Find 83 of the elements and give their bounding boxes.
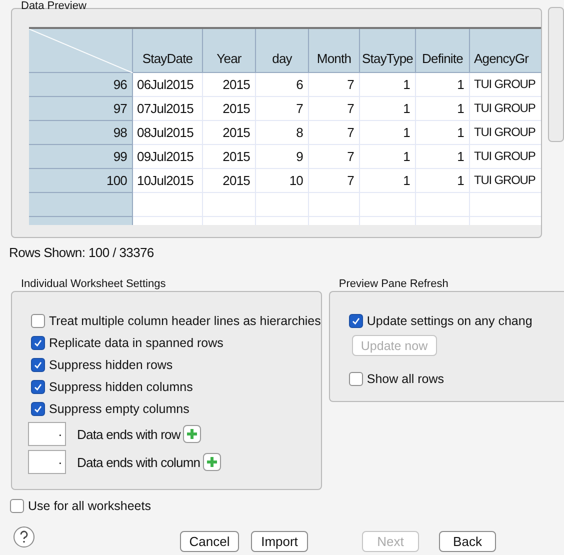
table-cell: 1 (360, 145, 416, 169)
table-cell: 1 (416, 97, 470, 121)
column-header[interactable]: Year (203, 29, 256, 73)
table-cell: TUI GROUP (470, 169, 541, 193)
group-title: Preview Pane Refresh (338, 278, 450, 291)
checkbox[interactable] (31, 336, 45, 350)
table-cell (416, 193, 470, 217)
table-cell: 1 (360, 169, 416, 193)
checkbox[interactable] (31, 314, 45, 328)
group-title: Individual Worksheet Settings (20, 278, 167, 291)
checkbox-label: Suppress hidden rows (49, 358, 173, 372)
checkbox-label: Suppress empty columns (49, 402, 190, 416)
table-cell: 10 (256, 169, 309, 193)
table-cell: TUI GROUP (470, 73, 541, 97)
input-field[interactable]: . (28, 422, 66, 446)
table-cell: 1 (416, 145, 470, 169)
table-cell: 7 (256, 97, 309, 121)
table-cell: 8 (256, 121, 309, 145)
table-cell: 1 (360, 97, 416, 121)
checkbox[interactable] (31, 402, 45, 416)
table-cell: 1 (416, 169, 470, 193)
checkbox-label: Treat multiple column header lines as hierarchies (49, 314, 321, 328)
table-cell: 2015 (203, 97, 256, 121)
checkbox[interactable] (31, 380, 45, 394)
table-cell: 7 (309, 97, 360, 121)
table-cell: 2015 (203, 73, 256, 97)
table-cell: 7 (309, 169, 360, 193)
group-title: Data Preview (20, 0, 88, 12)
row-header: 96 (29, 73, 133, 97)
table-cell (133, 193, 203, 217)
add-icon[interactable] (183, 425, 202, 443)
checkbox[interactable] (31, 358, 45, 372)
dialog-button[interactable]: Import (251, 531, 308, 552)
column-header[interactable]: StayDate (133, 29, 203, 73)
checkbox-label: Suppress hidden columns (49, 380, 193, 394)
row-header: 100 (29, 169, 133, 193)
row-header: 97 (29, 97, 133, 121)
table-cell: 06Jul2015 (133, 73, 203, 97)
rows-shown-label: Rows Shown: 100 / 33376 (9, 245, 155, 260)
checkbox-label: Show all rows (366, 372, 444, 386)
table-cell (309, 193, 360, 217)
dialog-button[interactable]: Cancel (180, 531, 239, 552)
checkbox[interactable] (348, 372, 363, 386)
checkbox-label: Use for all worksheets (28, 499, 151, 513)
table-cell: 9 (256, 145, 309, 169)
column-header[interactable]: AgencyGr (470, 29, 541, 73)
table-cell: 07Jul2015 (133, 97, 203, 121)
row-header: 98 (29, 121, 133, 145)
table-cell (360, 193, 416, 217)
table-cell: 1 (360, 121, 416, 145)
table-cell: 7 (309, 145, 360, 169)
table-cell (256, 193, 309, 217)
table-cell: 09Jul2015 (133, 145, 203, 169)
table-cell (203, 193, 256, 217)
checkbox[interactable] (348, 314, 363, 328)
column-header[interactable]: day (256, 29, 309, 73)
table-cell: 1 (416, 73, 470, 97)
checkbox[interactable] (10, 499, 24, 513)
field-label: Data ends with row (77, 426, 180, 442)
table-cell: 2015 (203, 121, 256, 145)
checkbox-label: Replicate data in spanned rows (49, 336, 224, 350)
checkbox-label: Update settings on any chang (366, 314, 532, 328)
column-header[interactable]: StayType (360, 29, 416, 73)
add-icon[interactable] (203, 453, 222, 471)
table-cell: 2015 (203, 169, 256, 193)
table-cell: 08Jul2015 (133, 121, 203, 145)
table-cell: TUI GROUP (470, 145, 541, 169)
field-label: Data ends with column (77, 454, 200, 470)
table-cell: TUI GROUP (470, 121, 541, 145)
help-icon[interactable] (13, 526, 35, 548)
input-field[interactable]: . (28, 450, 66, 474)
dialog-button[interactable]: Back (439, 531, 496, 552)
table-cell: 1 (360, 73, 416, 97)
column-header[interactable]: Definite (416, 29, 470, 73)
table-cell: 7 (309, 121, 360, 145)
table-cell: TUI GROUP (470, 97, 541, 121)
table-cell: 10Jul2015 (133, 169, 203, 193)
table-cell: 1 (416, 121, 470, 145)
table-cell: 7 (309, 73, 360, 97)
row-header: 99 (29, 145, 133, 169)
table-cell: 2015 (203, 145, 256, 169)
column-header[interactable]: Month (309, 29, 360, 73)
table-cell: 6 (256, 73, 309, 97)
